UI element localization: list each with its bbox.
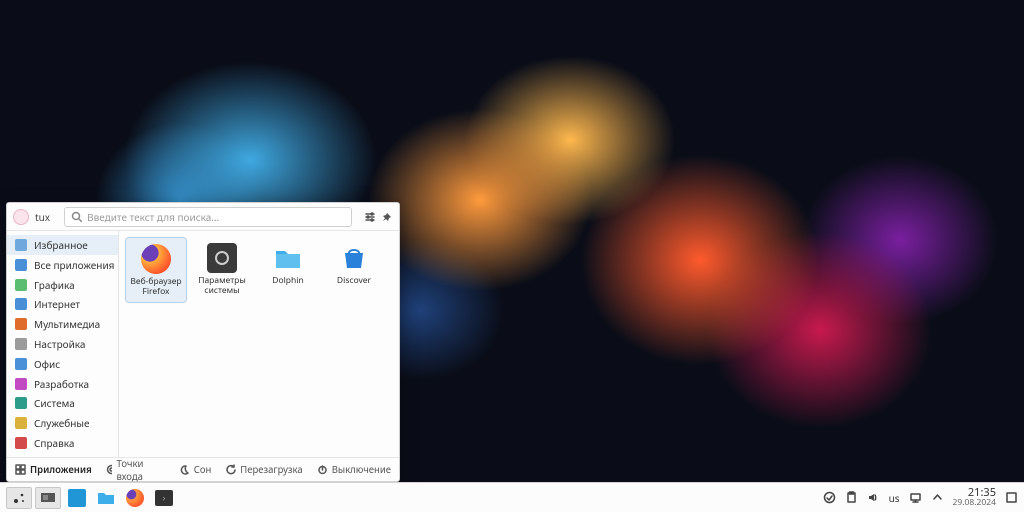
pin-icon[interactable]	[381, 211, 393, 223]
category-item[interactable]: Разработка	[7, 374, 118, 394]
app-label: Параметры системы	[191, 276, 253, 296]
category-icon	[15, 259, 27, 271]
updates-tray-icon[interactable]	[823, 491, 836, 504]
category-icon	[15, 338, 27, 350]
reboot-button[interactable]: Перезагрузка	[225, 463, 302, 476]
start-button[interactable]	[6, 487, 32, 509]
category-list: Избранное Все приложения Графика Интернет Му…	[7, 231, 119, 457]
search-placeholder: Введите текст для поиска…	[87, 210, 219, 224]
tab-applications[interactable]: Приложения	[15, 463, 92, 476]
settings-icon	[207, 243, 237, 273]
category-label: Интернет	[34, 297, 80, 311]
category-item[interactable]: Система	[7, 394, 118, 414]
app-grid: Веб-браузер FirefoxПараметры системы Dolp…	[119, 231, 399, 457]
category-item[interactable]: Графика	[7, 275, 118, 295]
category-label: Справка	[34, 436, 74, 450]
app-tile[interactable]: Discover	[323, 237, 385, 303]
category-icon	[15, 298, 27, 310]
app-tile[interactable]: Веб-браузер Firefox	[125, 237, 187, 303]
task-firefox[interactable]	[122, 487, 148, 509]
plasma-logo-icon	[11, 490, 27, 506]
power-icon	[317, 464, 328, 475]
category-label: Все приложения	[34, 258, 114, 272]
show-desktop-icon[interactable]	[1005, 491, 1018, 504]
task-konsole[interactable]: ›	[151, 487, 177, 509]
folder-icon	[273, 243, 303, 273]
category-icon	[15, 437, 27, 449]
firefox-icon	[141, 244, 171, 274]
username-label: tux	[35, 210, 50, 224]
search-icon	[71, 211, 82, 222]
task-desktop[interactable]	[35, 487, 61, 509]
folder-icon	[97, 490, 115, 506]
category-icon	[15, 397, 27, 409]
clock-date: 29.08.2024	[953, 499, 996, 508]
filter-icon[interactable]	[364, 211, 376, 223]
store-icon	[339, 243, 369, 273]
category-icon	[15, 318, 27, 330]
places-icon	[106, 464, 113, 475]
sleep-button[interactable]: Сон	[179, 463, 212, 476]
tab-places[interactable]: Точки входа	[106, 457, 151, 483]
settings-icon	[68, 489, 86, 507]
app-tile[interactable]: Параметры системы	[191, 237, 253, 303]
reboot-icon	[225, 464, 236, 475]
clipboard-tray-icon[interactable]	[845, 491, 858, 504]
desktop-icon	[40, 491, 56, 505]
category-item[interactable]: Служебные	[7, 413, 118, 433]
category-label: Избранное	[34, 238, 88, 252]
user-avatar[interactable]	[13, 209, 29, 225]
chevron-up-icon[interactable]	[931, 491, 944, 504]
category-item[interactable]: Интернет	[7, 294, 118, 314]
category-item[interactable]: Мультимедиа	[7, 314, 118, 334]
category-icon	[15, 279, 27, 291]
category-item[interactable]: Все приложения	[7, 255, 118, 275]
category-item[interactable]: Справка	[7, 433, 118, 453]
category-item[interactable]: Офис	[7, 354, 118, 374]
keyboard-layout[interactable]: us	[889, 491, 900, 505]
network-tray-icon[interactable]	[909, 491, 922, 504]
app-tile[interactable]: Dolphin	[257, 237, 319, 303]
category-item[interactable]: Настройка	[7, 334, 118, 354]
launcher-header: tux Введите текст для поиска…	[7, 203, 399, 231]
category-icon	[15, 358, 27, 370]
app-label: Dolphin	[272, 276, 303, 286]
moon-icon	[179, 464, 190, 475]
grid-icon	[15, 464, 26, 475]
category-label: Служебные	[34, 416, 89, 430]
category-label: Система	[34, 396, 75, 410]
category-label: Офис	[34, 357, 60, 371]
task-systemsettings[interactable]	[64, 487, 90, 509]
category-icon	[15, 417, 27, 429]
category-label: Разработка	[34, 377, 89, 391]
application-launcher: tux Введите текст для поиска… Избранное В…	[6, 202, 400, 482]
category-label: Настройка	[34, 337, 85, 351]
task-dolphin[interactable]	[93, 487, 119, 509]
firefox-icon	[126, 489, 144, 507]
launcher-footer: Приложения Точки входа Сон Перезагрузка …	[7, 457, 399, 481]
taskbar: › us 21:35 29.08.2024	[0, 482, 1024, 512]
category-label: Мультимедиа	[34, 317, 100, 331]
category-icon	[15, 378, 27, 390]
shutdown-button[interactable]: Выключение	[317, 463, 391, 476]
category-item[interactable]: Избранное	[7, 235, 118, 255]
category-label: Графика	[34, 278, 75, 292]
category-icon	[15, 239, 27, 251]
volume-tray-icon[interactable]	[867, 491, 880, 504]
search-input[interactable]: Введите текст для поиска…	[64, 207, 352, 227]
clock[interactable]: 21:35 29.08.2024	[953, 487, 996, 507]
app-label: Discover	[337, 276, 371, 286]
app-label: Веб-браузер Firefox	[126, 277, 186, 297]
